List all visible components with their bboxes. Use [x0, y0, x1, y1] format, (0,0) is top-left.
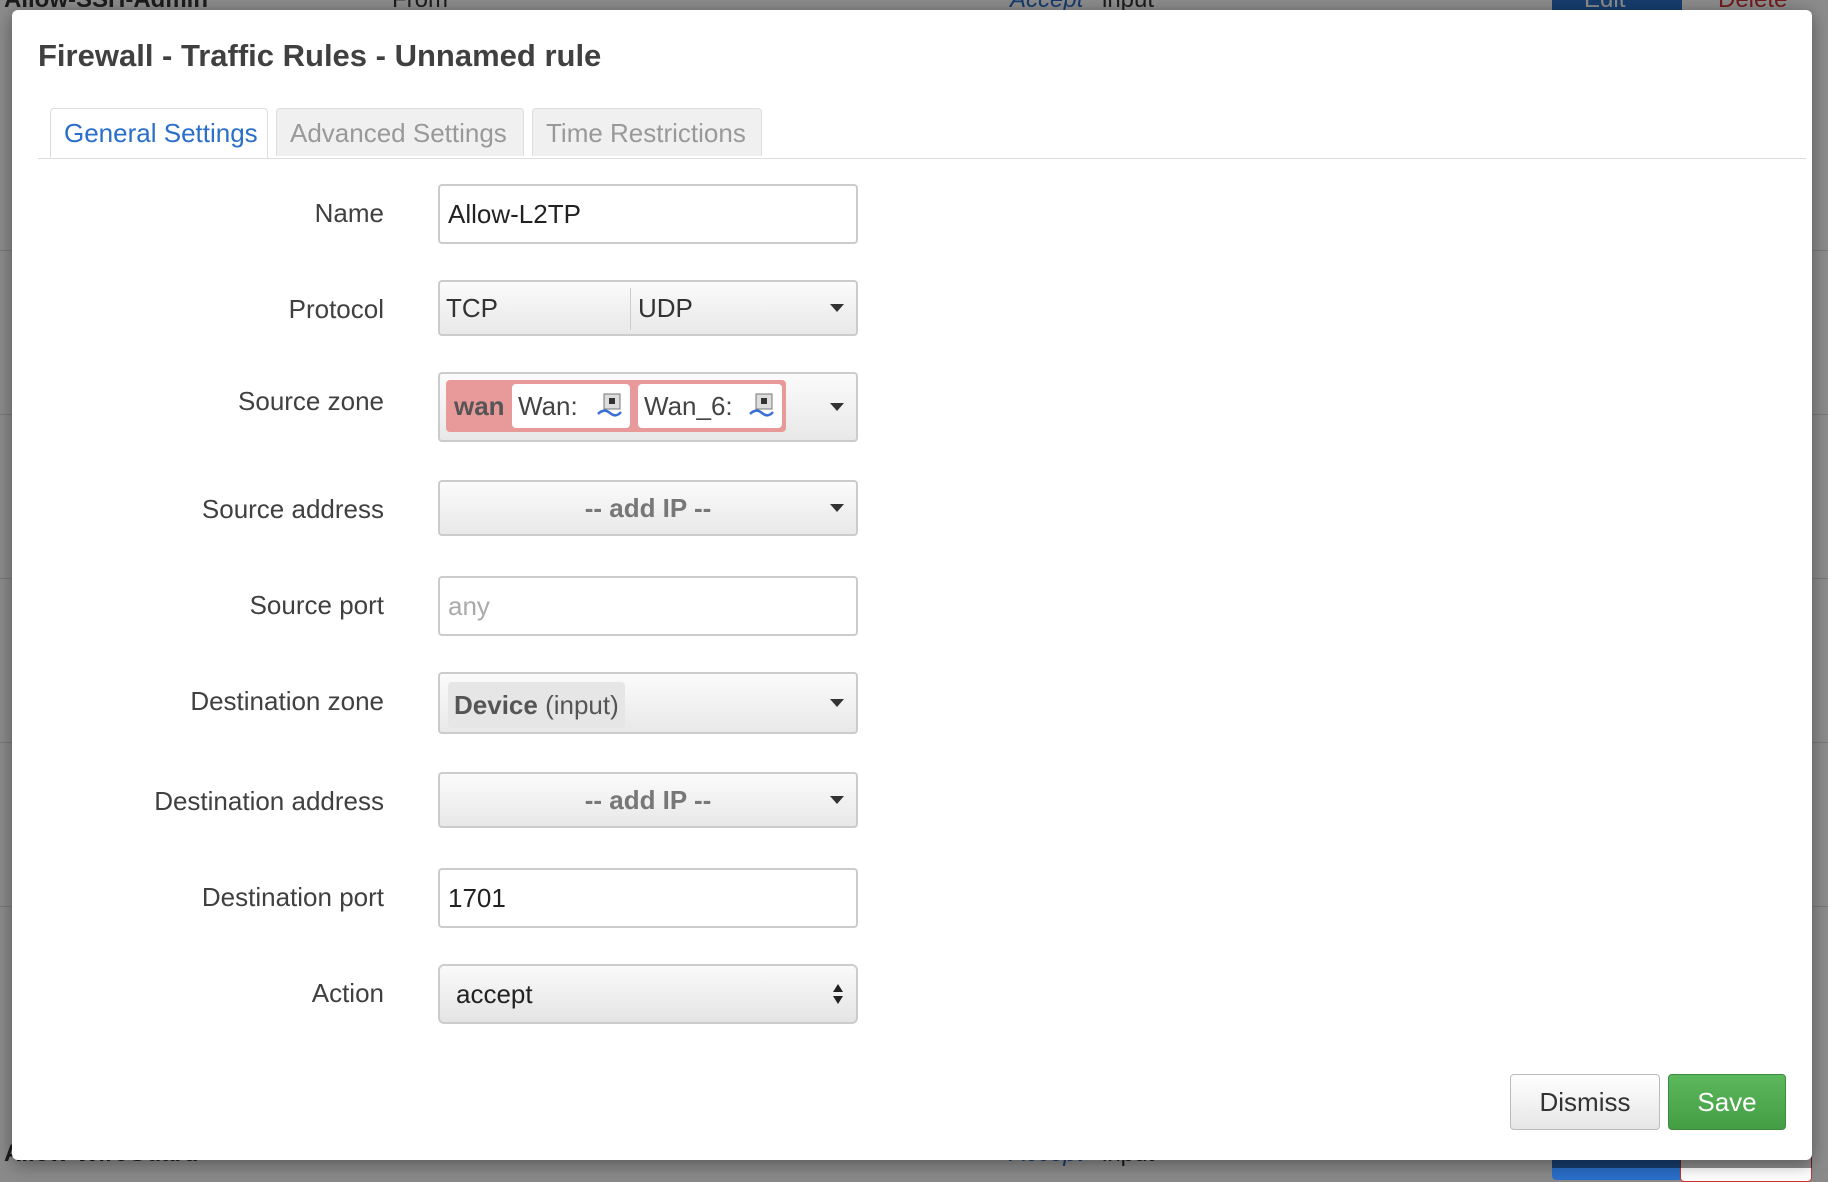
interface-label: Wan_6: [644, 391, 733, 421]
network-interface-icon [749, 393, 774, 417]
protocol-dropdown[interactable]: TCP UDP [438, 280, 858, 336]
save-button[interactable]: Save [1668, 1074, 1786, 1130]
protocol-label: Protocol [288, 294, 384, 324]
tab-bar: General Settings Advanced Settings Time … [38, 98, 1806, 159]
chevron-down-icon [830, 504, 844, 512]
destination-address-dropdown[interactable]: -- add IP -- [438, 772, 858, 828]
protocol-separator [630, 288, 631, 330]
destination-zone-label: Destination zone [190, 686, 384, 716]
modal-title: Firewall - Traffic Rules - Unnamed rule [38, 38, 602, 73]
source-zone-label: Source zone [238, 386, 384, 416]
select-arrows-icon [833, 984, 843, 1004]
source-address-label: Source address [201, 494, 384, 524]
dismiss-button[interactable]: Dismiss [1510, 1074, 1660, 1130]
tab-time-restrictions[interactable]: Time Restrictions [532, 108, 762, 156]
source-port-placeholder: any [448, 591, 490, 621]
action-value: accept [456, 979, 533, 1009]
add-ip-placeholder: -- add IP -- [584, 493, 712, 523]
source-zone-dropdown[interactable]: wan Wan: Wan_6: [438, 372, 858, 442]
chevron-down-icon [830, 699, 844, 707]
name-input[interactable]: Allow-L2TP [438, 184, 858, 244]
protocol-udp: UDP [638, 293, 693, 323]
tab-advanced-settings[interactable]: Advanced Settings [276, 108, 524, 156]
zone-name: Device [454, 690, 538, 720]
protocol-tcp: TCP [446, 293, 498, 323]
source-port-input[interactable]: any [438, 576, 858, 636]
zone-name: wan [454, 391, 505, 421]
zone-badge-wan: wan Wan: Wan_6: [446, 380, 786, 432]
rule-edit-modal: Firewall - Traffic Rules - Unnamed rule … [12, 10, 1812, 1160]
chevron-down-icon [830, 403, 844, 411]
network-interface-icon [597, 393, 622, 417]
destination-port-label: Destination port [201, 882, 384, 912]
chevron-down-icon [830, 304, 844, 312]
destination-address-label: Destination address [154, 786, 384, 816]
chevron-down-icon [830, 796, 844, 804]
source-port-label: Source port [249, 590, 384, 620]
interface-badge-wan: Wan: [512, 384, 630, 428]
tab-general-settings[interactable]: General Settings [50, 108, 268, 158]
source-address-dropdown[interactable]: -- add IP -- [438, 480, 858, 536]
name-label: Name [314, 198, 384, 228]
destination-zone-dropdown[interactable]: Device (input) [438, 672, 858, 734]
add-ip-placeholder: -- add IP -- [584, 785, 712, 815]
interface-label: Wan: [518, 391, 578, 421]
destination-port-input[interactable]: 1701 [438, 868, 858, 928]
action-label: Action [311, 978, 384, 1008]
interface-badge-wan6: Wan_6: [638, 384, 782, 428]
action-select[interactable]: accept [438, 964, 858, 1024]
zone-badge-device: Device (input) [448, 682, 625, 728]
zone-suffix: (input) [545, 690, 619, 720]
